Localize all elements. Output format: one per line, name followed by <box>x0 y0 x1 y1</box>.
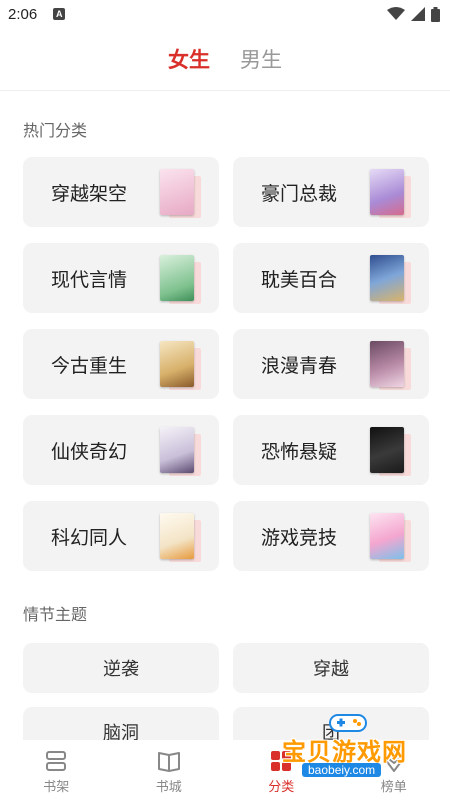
book-cover-image <box>370 341 404 387</box>
battery-icon <box>431 6 440 22</box>
bookshelf-icon <box>46 751 67 771</box>
book-cover-image <box>370 427 404 473</box>
book-cover-image <box>160 513 194 559</box>
category-card-jingu[interactable]: 今古重生 <box>23 329 219 399</box>
tab-male[interactable]: 男生 <box>240 44 282 78</box>
status-indicators <box>387 6 440 22</box>
plot-theme-chuanyue[interactable]: 穿越 <box>233 643 429 693</box>
category-label: 科幻同人 <box>51 526 128 549</box>
header-divider <box>0 90 450 91</box>
category-label: 现代言情 <box>51 268 128 291</box>
category-label: 恐怖悬疑 <box>261 440 338 463</box>
category-card-kehuan[interactable]: 科幻同人 <box>23 501 219 571</box>
category-label: 穿越架空 <box>51 182 128 205</box>
status-time: 2:06 <box>8 5 38 23</box>
category-card-xianxia[interactable]: 仙侠奇幻 <box>23 415 219 485</box>
watermark-url: baobeiy.com <box>302 763 382 777</box>
category-card-kongbu[interactable]: 恐怖悬疑 <box>233 415 429 485</box>
nav-bookshelf[interactable]: 书架 <box>0 740 113 800</box>
book-cover-image <box>370 255 404 301</box>
book-cover-image <box>160 341 194 387</box>
category-card-langman[interactable]: 浪漫青春 <box>233 329 429 399</box>
plot-section-title: 情节主题 <box>23 605 88 624</box>
nav-bookstore[interactable]: 书城 <box>113 740 226 800</box>
watermark-title: 宝贝游戏网 <box>282 738 407 766</box>
category-card-xiandai[interactable]: 现代言情 <box>23 243 219 313</box>
nav-label: 书架 <box>43 780 70 795</box>
site-watermark: 宝贝游戏网 baobeiy.com <box>272 712 422 780</box>
hot-section-title: 热门分类 <box>23 121 88 140</box>
notification-icon: A <box>53 8 66 20</box>
category-card-haomen[interactable]: 豪门总裁 <box>233 157 429 227</box>
hot-category-grid: 穿越架空 豪门总裁 现代言情 耽美百合 今古重生 浪漫青春 仙侠奇幻 恐怖悬疑 <box>23 157 429 587</box>
book-cover-image <box>160 255 194 301</box>
gamepad-icon <box>329 714 367 732</box>
category-label: 游戏竞技 <box>261 526 338 549</box>
tab-female[interactable]: 女生 <box>168 44 210 78</box>
category-card-youxi[interactable]: 游戏竞技 <box>233 501 429 571</box>
gender-tabs: 女生 男生 <box>0 44 450 78</box>
category-label: 今古重生 <box>51 354 128 377</box>
wifi-icon <box>387 7 405 20</box>
book-cover-image <box>370 513 404 559</box>
category-label: 耽美百合 <box>261 268 338 291</box>
status-bar: 2:06 A <box>0 0 450 28</box>
category-card-chuanyue[interactable]: 穿越架空 <box>23 157 219 227</box>
signal-icon <box>411 7 425 21</box>
book-cover-image <box>160 427 194 473</box>
category-card-danmei[interactable]: 耽美百合 <box>233 243 429 313</box>
category-label: 浪漫青春 <box>261 354 338 377</box>
category-label: 仙侠奇幻 <box>51 440 128 463</box>
plot-theme-nixi[interactable]: 逆袭 <box>23 643 219 693</box>
category-label: 豪门总裁 <box>261 182 338 205</box>
book-cover-image <box>370 169 404 215</box>
book-open-icon <box>157 752 180 772</box>
book-cover-image <box>160 169 194 215</box>
nav-label: 书城 <box>155 780 182 795</box>
